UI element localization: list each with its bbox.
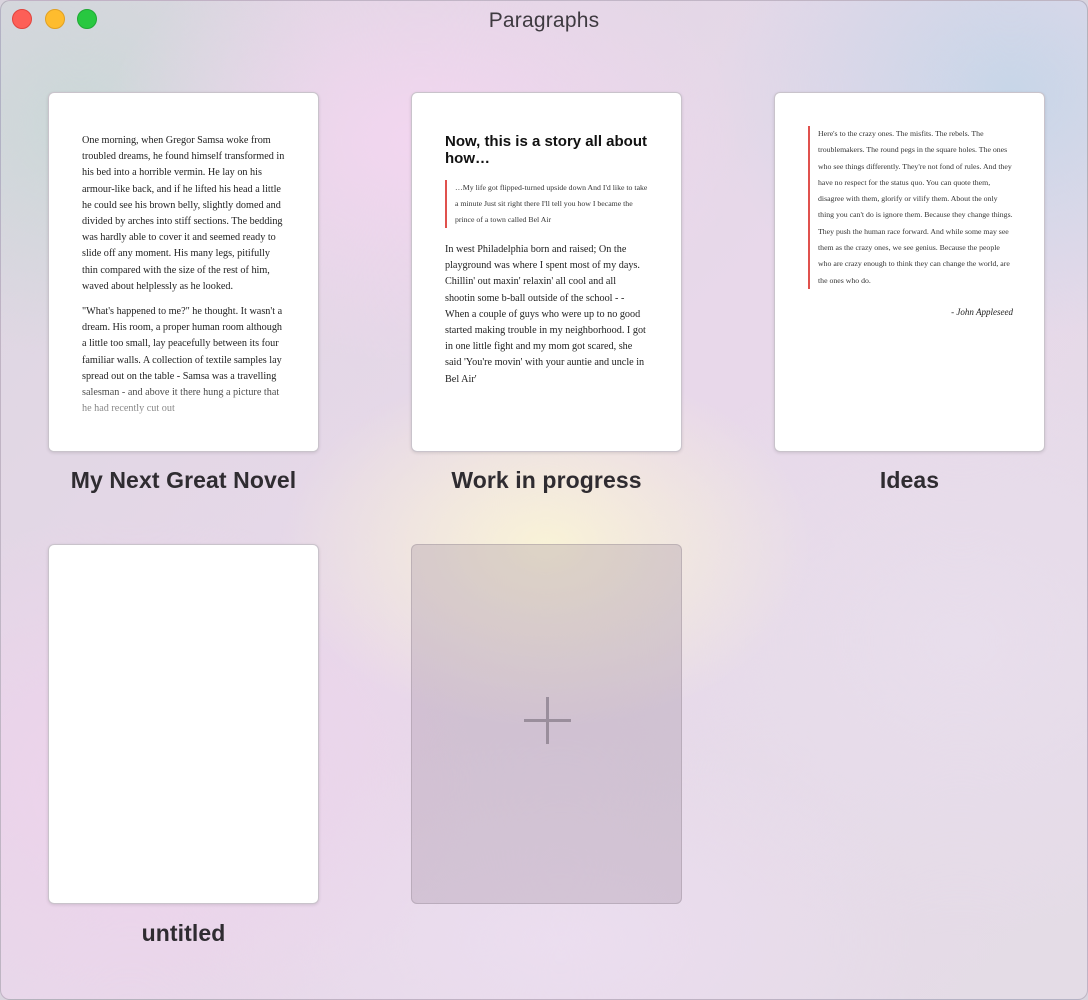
document-card-my-next-great-novel[interactable]: One morning, when Gregor Samsa woke from… — [48, 92, 319, 452]
document-title[interactable]: untitled — [48, 920, 319, 947]
document-preview: Here's to the crazy ones. The misfits. T… — [808, 126, 1013, 451]
document-title[interactable]: Work in progress — [411, 467, 682, 494]
preview-quote: …My life got flipped-turned upside down … — [445, 180, 648, 228]
plus-icon — [524, 697, 571, 744]
document-title[interactable]: My Next Great Novel — [48, 467, 319, 494]
preview-fade — [49, 381, 318, 451]
app-window: Paragraphs One morning, when Gregor Sams… — [0, 0, 1088, 1000]
preview-paragraph: One morning, when Gregor Samsa woke from… — [82, 135, 285, 292]
document-card-untitled[interactable] — [48, 544, 319, 904]
preview-heading: Now, this is a story all about how… — [445, 133, 647, 167]
preview-quote: Here's to the crazy ones. The misfits. T… — [808, 126, 1013, 289]
document-preview: Now, this is a story all about how… …My … — [445, 133, 648, 451]
title-bar[interactable]: Paragraphs — [1, 1, 1087, 41]
document-card-ideas[interactable]: Here's to the crazy ones. The misfits. T… — [774, 92, 1045, 452]
document-title[interactable]: Ideas — [774, 467, 1045, 494]
window-title: Paragraphs — [488, 9, 600, 32]
document-card-work-in-progress[interactable]: Now, this is a story all about how… …My … — [411, 92, 682, 452]
preview-paragraph: In west Philadelphia born and raised; On… — [445, 244, 646, 385]
new-document-button[interactable] — [411, 544, 682, 904]
preview-attribution: - John Appleseed — [951, 306, 1013, 317]
